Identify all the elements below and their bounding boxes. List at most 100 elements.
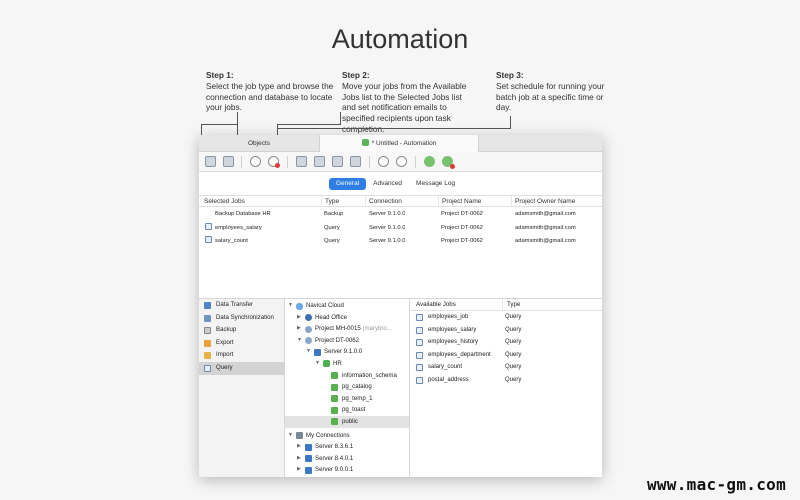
collapse-arrow-icon[interactable]: ▶: [297, 312, 303, 324]
query-icon: [204, 364, 211, 372]
tab-automation[interactable]: * Untitled - Automation: [319, 135, 479, 152]
move-right-icon[interactable]: [296, 156, 307, 167]
tree-node-connection[interactable]: ▶ Server 8.3.6.1: [285, 441, 409, 453]
list-item[interactable]: postal_address Query: [410, 374, 602, 387]
list-item[interactable]: employees_salary Query: [410, 324, 602, 337]
tree-node-schema[interactable]: pg_temp_1: [285, 393, 409, 405]
tree-node-project-dt[interactable]: ▼ Project DT-0062: [285, 335, 409, 347]
tree-node-navicat-cloud[interactable]: ▼ Navicat Cloud: [285, 300, 409, 312]
schema-icon: [331, 395, 338, 403]
table-row[interactable]: employees_salary Query Server 9.1.0.0 Pr…: [199, 222, 602, 236]
tree-node-label: Project MH-0015 (marybro...: [315, 323, 392, 335]
available-job-type: Query: [505, 326, 522, 333]
tree-node-label: HR: [333, 359, 342, 367]
tree-node-schema[interactable]: pg_toast: [285, 404, 409, 416]
step-3-callout-line: [277, 128, 511, 129]
step-3-callout-tick: [510, 116, 511, 129]
tree-node-label: Server 8.3.6.1: [315, 443, 354, 451]
schedule-delete-icon[interactable]: [268, 156, 280, 168]
tree-node-head-office[interactable]: ▶ Head Office: [285, 312, 409, 324]
step-2-title: Step 2:: [342, 70, 370, 80]
tree-node-database-hr[interactable]: ▼ HR: [285, 358, 409, 370]
collapse-arrow-icon[interactable]: ▶: [297, 464, 303, 476]
move-up-icon[interactable]: [378, 156, 389, 167]
tree-node-server[interactable]: ▼ Server 9.1.0.0: [285, 346, 409, 358]
expand-arrow-icon[interactable]: ▼: [288, 300, 294, 312]
tree-node-schema-selected[interactable]: public: [285, 415, 409, 428]
col-project-name[interactable]: Project Name: [438, 196, 510, 207]
segment-advanced[interactable]: Advanced: [366, 178, 409, 190]
list-item[interactable]: employees_history Query: [410, 336, 602, 349]
tree-node-schema[interactable]: information_schema: [285, 370, 409, 382]
col-connection[interactable]: Connection: [365, 196, 437, 207]
tree-node-project-mh[interactable]: ▶ Project MH-0015 (marybro...: [285, 323, 409, 335]
step-3-title: Step 3:: [496, 70, 524, 80]
data-transfer-icon: [204, 302, 211, 309]
collapse-arrow-icon[interactable]: ▶: [297, 323, 303, 335]
available-job-name: salary_count: [428, 364, 463, 371]
page-title: Automation: [331, 24, 469, 54]
col-available-type[interactable]: Type: [502, 299, 520, 311]
col-selected-jobs[interactable]: Selected Jobs: [201, 196, 319, 207]
filter-icon[interactable]: [350, 156, 361, 167]
job-type-label: Data Transfer: [216, 301, 253, 308]
table-row[interactable]: salary_count Query Server 9.1.0.0 Projec…: [199, 235, 602, 249]
job-type-query[interactable]: Query: [199, 361, 284, 375]
new-job-icon[interactable]: [205, 156, 216, 167]
col-available-jobs[interactable]: Available Jobs: [416, 299, 456, 311]
list-item[interactable]: salary_count Query: [410, 361, 602, 374]
job-type-data-transfer[interactable]: Data Transfer: [199, 299, 284, 312]
project-name: Project MH-0015: [315, 325, 361, 333]
step-1-annotation: Step 1: Select the job type and browse t…: [206, 70, 334, 113]
start-icon[interactable]: [424, 156, 435, 167]
step-2-callout-tick: [340, 112, 341, 125]
query-icon: [416, 364, 423, 372]
tree-node-label: pg_temp_1: [342, 394, 373, 402]
clock-icon[interactable]: [250, 156, 261, 167]
step-3-text: Set schedule for running your batch job …: [496, 80, 605, 113]
job-name-cell: Backup Database HR: [205, 208, 271, 222]
data-sync-icon: [204, 314, 211, 322]
job-project: Project DT-0062: [441, 224, 483, 231]
tree-node-connection[interactable]: ▶ Server 9.0.0.1: [285, 464, 409, 476]
expand-arrow-icon[interactable]: ▼: [306, 346, 312, 358]
job-type-backup[interactable]: Backup: [199, 324, 284, 337]
move-down-icon[interactable]: [396, 156, 407, 167]
job-type-label: Query: [216, 363, 233, 371]
available-job-type: Query: [505, 376, 522, 383]
tree-node-schema[interactable]: pg_catalog: [285, 381, 409, 393]
tree-node-label: Server 8.4.0.1: [315, 454, 354, 462]
query-icon: [205, 222, 212, 230]
job-name: Backup Database HR: [215, 211, 271, 217]
tab-objects[interactable]: Objects: [199, 135, 319, 152]
segment-general[interactable]: General: [329, 178, 367, 190]
col-project-owner[interactable]: Project Owner Name: [511, 196, 601, 207]
stop-badge-icon: [450, 164, 455, 169]
collapse-arrow-icon[interactable]: ▶: [297, 453, 303, 465]
search-icon[interactable]: [332, 156, 343, 167]
job-type-import[interactable]: Import: [199, 349, 284, 362]
query-icon: [416, 339, 423, 347]
expand-arrow-icon[interactable]: ▼: [315, 358, 321, 370]
stop-icon[interactable]: [442, 156, 455, 169]
tree-node-my-connections[interactable]: ▼ My Connections: [285, 430, 409, 442]
col-type[interactable]: Type: [321, 196, 364, 207]
expand-arrow-icon[interactable]: ▼: [297, 335, 303, 347]
job-type-export[interactable]: Export: [199, 337, 284, 350]
job-type-data-sync[interactable]: Data Synchronization: [199, 312, 284, 325]
list-item[interactable]: employees_department Query: [410, 349, 602, 362]
project-owner: (marybro...: [362, 325, 392, 333]
step-2-text: Move your jobs from the Available Jobs l…: [342, 80, 467, 134]
tree-node-connection[interactable]: ▶ Server 8.4.0.1: [285, 453, 409, 465]
collapse-arrow-icon[interactable]: ▶: [297, 441, 303, 453]
segment-message-log[interactable]: Message Log: [409, 178, 462, 190]
save-icon[interactable]: [223, 156, 234, 167]
server-icon: [305, 455, 312, 463]
available-jobs-header: Available Jobs Type: [410, 299, 602, 311]
table-row[interactable]: Backup Database HR Backup Server 9.1.0.0…: [199, 208, 602, 222]
schema-icon: [331, 372, 338, 380]
list-item[interactable]: employees_job Query: [410, 311, 602, 324]
move-left-icon[interactable]: [314, 156, 325, 167]
expand-arrow-icon[interactable]: ▼: [288, 430, 294, 442]
screenshot-stage: Automation Step 1: Select the job type a…: [0, 0, 800, 500]
